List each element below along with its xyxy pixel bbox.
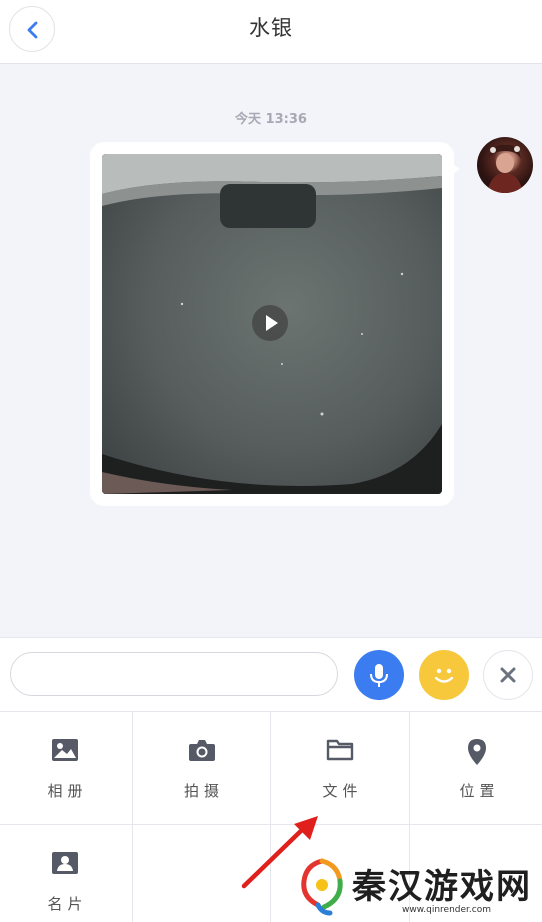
page-title: 水银 — [249, 16, 293, 40]
microphone-icon — [370, 664, 388, 687]
panel-item-label: 相册 — [47, 782, 88, 800]
panel-item-label: 位置 — [459, 782, 500, 800]
message-input[interactable] — [10, 652, 338, 696]
smile-icon — [434, 668, 454, 683]
location-pin-icon — [468, 739, 486, 765]
play-icon — [266, 315, 278, 331]
watermark-logo-icon — [301, 858, 343, 916]
folder-icon — [326, 739, 354, 761]
panel-item-file[interactable]: 文件 — [271, 712, 410, 825]
panel-item-location[interactable]: 位置 — [410, 712, 542, 825]
voice-button[interactable] — [354, 650, 404, 700]
emoji-button[interactable] — [419, 650, 469, 700]
panel-item-contact-card[interactable]: 名片 — [0, 825, 133, 922]
avatar[interactable] — [477, 137, 533, 193]
panel-item-album[interactable]: 相册 — [0, 712, 133, 825]
panel-item-label: 文件 — [322, 782, 363, 800]
watermark: 秦汉游戏网 www.qinrender.com — [292, 855, 542, 922]
message-timestamp: 今天 13:36 — [235, 112, 307, 127]
input-bar — [0, 637, 542, 711]
contact-card-icon — [52, 852, 78, 874]
image-icon — [52, 739, 78, 761]
close-panel-button[interactable] — [483, 650, 533, 700]
header: 水银 — [0, 0, 542, 64]
bubble-tail — [450, 162, 460, 176]
watermark-url: www.qinrender.com — [402, 905, 491, 915]
play-button[interactable] — [252, 305, 288, 341]
panel-item-camera[interactable]: 拍摄 — [133, 712, 271, 825]
watermark-text: 秦汉游戏网 — [352, 867, 532, 907]
close-icon — [500, 667, 516, 683]
panel-item-label: 拍摄 — [183, 782, 224, 800]
panel-item-label: 名片 — [47, 895, 88, 913]
camera-icon — [188, 740, 215, 761]
